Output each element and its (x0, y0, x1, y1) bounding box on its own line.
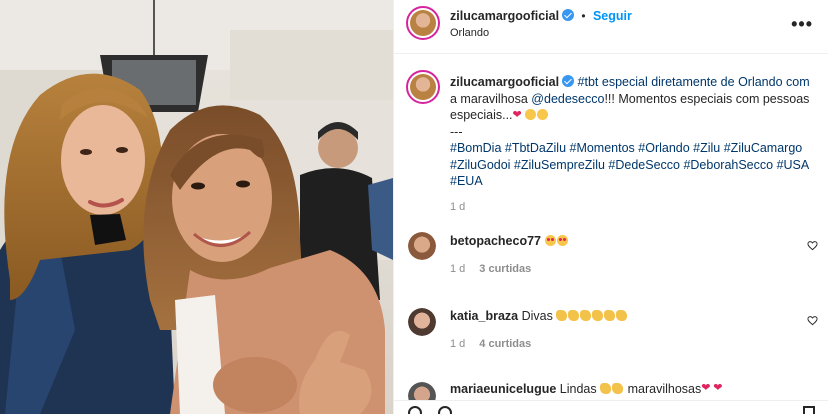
more-options-icon[interactable]: ••• (791, 14, 813, 35)
comment-body: katia_braza Divas (450, 309, 628, 323)
clap-emoji-icon (612, 383, 624, 394)
caption-line-1: zilucamargooficial #tbt especial diretam… (450, 74, 822, 91)
commenter-avatar[interactable] (408, 308, 436, 336)
dot-separator: • (581, 9, 586, 23)
author-avatar[interactable] (406, 6, 440, 40)
clap-emoji-icon (580, 310, 592, 321)
clap-emoji-icon (556, 310, 568, 321)
follow-button[interactable]: Seguir (593, 9, 632, 23)
comment-meta: 1 d 4 curtidas (450, 338, 531, 350)
caption-mention-link[interactable]: @dedesecco (531, 92, 604, 106)
clap-emoji-icon (592, 310, 604, 321)
comment-text: Divas (521, 309, 553, 323)
comment-body: betopacheco77 (450, 234, 569, 248)
author-line: zilucamargooficial • Seguir (450, 9, 632, 23)
hearteyes-emoji-icon (544, 235, 556, 246)
author-username[interactable]: zilucamargooficial (450, 9, 559, 23)
instagram-post-window: zilucamargooficial • Seguir Orlando ••• … (0, 0, 828, 414)
caption-avatar-wrap (406, 70, 440, 104)
post-photo-illustration (0, 0, 393, 414)
comment-text-2: maravilhosas (627, 382, 702, 396)
post-side-panel: zilucamargooficial • Seguir Orlando ••• … (393, 0, 828, 414)
comment-body: mariaeunicelugue Lindas maravilhosas (450, 382, 725, 396)
caption-hashtags-line-3[interactable]: #EUA (450, 173, 822, 190)
hearteyes-emoji-icon (556, 235, 568, 246)
comment-likes[interactable]: 4 curtidas (479, 338, 531, 350)
comment-text: Lindas (559, 382, 597, 396)
caption-line-3: especiais... (450, 107, 822, 124)
post-caption: zilucamargooficial #tbt especial diretam… (450, 74, 822, 215)
caption-text-line-3: especiais... (450, 108, 513, 122)
clap-emoji-icon (600, 383, 612, 394)
action-bar (394, 400, 828, 414)
post-photo[interactable] (0, 0, 393, 414)
caption-text-prefix: a maravilhosa (450, 91, 532, 106)
comment-username[interactable]: katia_braza (450, 309, 518, 323)
caption-author-username[interactable]: zilucamargooficial (450, 75, 559, 89)
heart-icon[interactable] (807, 240, 818, 251)
heart-emoji-icon (513, 107, 524, 124)
comment-time[interactable]: 1 d (450, 263, 465, 275)
like-icon[interactable] (408, 406, 422, 414)
comment-icon[interactable] (438, 406, 452, 414)
caption-line-2: a maravilhosa @dedesecco!!! Momentos esp… (450, 91, 822, 108)
caption-author-avatar[interactable] (406, 70, 440, 104)
clap-emoji-icon (604, 310, 616, 321)
heart-emoji-icon (713, 382, 724, 394)
comment-username[interactable]: mariaeunicelugue (450, 382, 556, 396)
clap-emoji-icon (616, 310, 628, 321)
verified-badge-icon (562, 75, 575, 87)
caption-text-line-1: #tbt especial diretamente de Orlando com (577, 75, 810, 89)
caption-hashtags-line-2[interactable]: #ZiluGodoi #ZiluSempreZilu #DedeSecco #D… (450, 157, 822, 174)
hug-emoji-icon (524, 109, 536, 120)
comment-time[interactable]: 1 d (450, 338, 465, 350)
verified-badge-icon (562, 9, 575, 21)
caption-separator: --- (450, 124, 463, 139)
comment-likes[interactable]: 3 curtidas (479, 263, 531, 275)
kiss-emoji-icon (536, 109, 548, 120)
save-icon[interactable] (803, 406, 815, 414)
post-header: zilucamargooficial • Seguir Orlando ••• (394, 0, 828, 54)
commenter-avatar[interactable] (408, 232, 436, 260)
caption-text-suffix: !!! Momentos especiais com pessoas (604, 91, 810, 106)
comment-username[interactable]: betopacheco77 (450, 234, 541, 248)
caption-hashtags-line-1[interactable]: #BomDia #TbtDaZilu #Momentos #Orlando #Z… (450, 140, 822, 157)
post-location[interactable]: Orlando (450, 27, 489, 39)
comment-meta: 1 d 3 curtidas (450, 263, 531, 275)
clap-emoji-icon (568, 310, 580, 321)
heart-icon[interactable] (807, 315, 818, 326)
heart-emoji-icon (701, 382, 712, 394)
caption-timestamp[interactable]: 1 d (450, 199, 822, 216)
